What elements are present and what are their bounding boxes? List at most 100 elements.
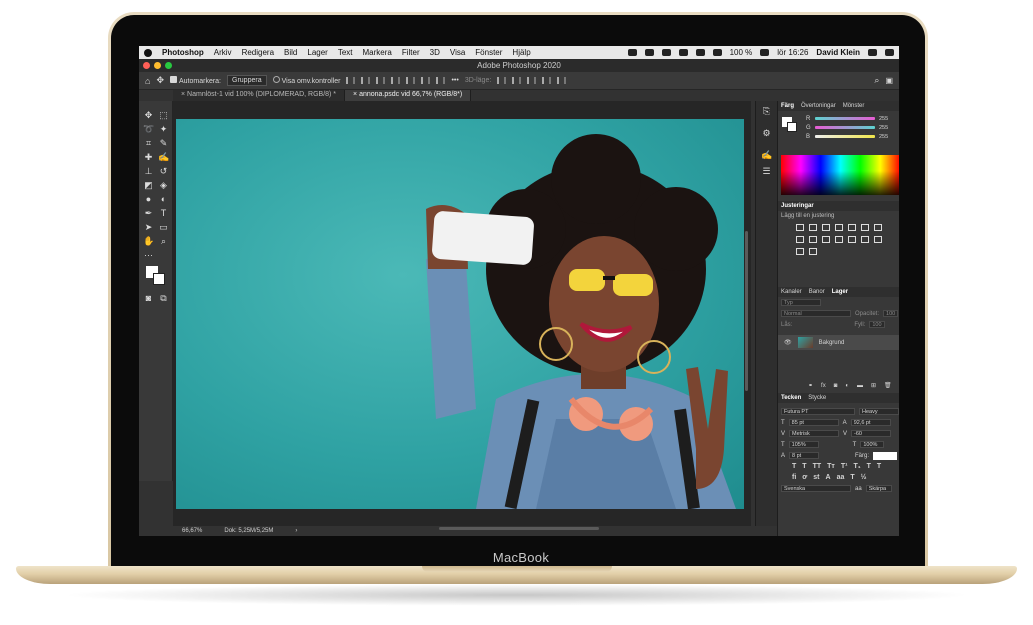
small-caps-button[interactable]: Tт	[827, 463, 835, 470]
align-left-icon[interactable]	[346, 77, 356, 84]
zoom-window-button[interactable]	[165, 62, 172, 69]
font-family-select[interactable]: Futura PT	[781, 408, 855, 415]
3d-scale-icon[interactable]	[557, 77, 567, 84]
b-bar[interactable]	[815, 135, 875, 138]
menubar-user[interactable]: David Klein	[816, 48, 860, 57]
b-value[interactable]: 255	[879, 134, 888, 140]
lookup-icon[interactable]	[835, 236, 843, 243]
menu-visa[interactable]: Visa	[450, 48, 465, 57]
vibrance-icon[interactable]	[848, 224, 856, 231]
adjust-panel-icon[interactable]: ☰	[761, 167, 772, 176]
quick-mask-icon[interactable]: ◙	[143, 294, 154, 303]
menu-arkiv[interactable]: Arkiv	[214, 48, 232, 57]
horizontal-scale-field[interactable]: 100%	[860, 441, 885, 448]
language-select[interactable]: Svenska	[781, 485, 851, 492]
fx-icon[interactable]: fx	[821, 383, 826, 389]
zoom-level[interactable]: 66,67%	[182, 526, 202, 536]
align-center-icon[interactable]	[361, 77, 371, 84]
tab-kanaler[interactable]: Kanaler	[781, 287, 802, 297]
cloud-icon[interactable]	[661, 49, 671, 56]
tab-tecken[interactable]: Tecken	[781, 393, 801, 403]
strikethrough-button[interactable]: T	[877, 463, 881, 470]
menu-fonster[interactable]: Fönster	[475, 48, 502, 57]
tab-stycke[interactable]: Stycke	[808, 393, 826, 403]
document-image[interactable]	[176, 119, 744, 509]
type-tool-icon[interactable]: T	[158, 209, 169, 218]
align-right-icon[interactable]	[376, 77, 386, 84]
tab-lager[interactable]: Lager	[832, 287, 848, 297]
adjustment-layer-icon[interactable]: ◐	[845, 383, 849, 389]
auto-select-dropdown[interactable]: Gruppera	[227, 75, 267, 86]
eraser-tool-icon[interactable]: ◩	[143, 181, 154, 190]
rectangle-tool-icon[interactable]: ▭	[158, 223, 169, 232]
curves-icon[interactable]	[822, 224, 830, 231]
b-slider[interactable]: B 255	[778, 132, 899, 141]
bw-icon[interactable]	[796, 236, 804, 243]
move-tool-icon[interactable]: ✥	[143, 111, 154, 120]
tab-farg[interactable]: Färg	[781, 101, 794, 111]
r-bar[interactable]	[815, 117, 875, 120]
lasso-tool-icon[interactable]: ➰	[143, 125, 154, 134]
r-value[interactable]: 255	[879, 116, 888, 122]
g-value[interactable]: 255	[879, 125, 888, 131]
workspace-icon[interactable]: ▣	[885, 76, 893, 85]
photo-filter-icon[interactable]	[809, 236, 817, 243]
opacity-field[interactable]: 100	[883, 310, 899, 317]
tab-namnlost[interactable]: × Namnlöst-1 vid 100% (DIPLOMERAD, RGB/8…	[173, 90, 346, 101]
levels-icon[interactable]	[809, 224, 817, 231]
crop-tool-icon[interactable]: ⌗	[143, 139, 154, 148]
threshold-icon[interactable]	[874, 236, 882, 243]
titling-button[interactable]: A	[826, 474, 831, 481]
close-window-button[interactable]	[143, 62, 150, 69]
creative-cloud-icon[interactable]	[644, 49, 654, 56]
exposure-icon[interactable]	[835, 224, 843, 231]
hand-tool-icon[interactable]: ✋	[143, 237, 154, 246]
tab-monster[interactable]: Mönster	[843, 101, 865, 111]
contextual-button[interactable]: aa	[837, 474, 845, 481]
kerning-field[interactable]: Metrisk	[789, 430, 840, 437]
minimize-window-button[interactable]	[154, 62, 161, 69]
g-bar[interactable]	[815, 126, 875, 129]
layer-bakgrund[interactable]: 👁 Bakgrund	[778, 335, 899, 350]
vertical-scrollbar[interactable]	[745, 231, 748, 391]
move-tool-icon[interactable]: ✥	[156, 75, 164, 86]
status-arrow-icon[interactable]: ›	[295, 526, 297, 536]
faux-italic-button[interactable]: T	[802, 463, 806, 470]
font-size-field[interactable]: 85 pt	[788, 419, 839, 426]
wifi-icon[interactable]	[712, 49, 722, 56]
align-middle-icon[interactable]	[406, 77, 416, 84]
more-tools-icon[interactable]: ···	[143, 251, 154, 260]
distribute-icon[interactable]	[436, 77, 446, 84]
tab-overtoningar[interactable]: Övertoningar	[801, 101, 836, 111]
3d-pan-icon[interactable]	[527, 77, 537, 84]
text-color-swatch[interactable]	[873, 451, 898, 460]
horizontal-scrollbar[interactable]	[439, 527, 599, 530]
menu-lager[interactable]: Lager	[307, 48, 327, 57]
pen-tool-icon[interactable]: ✒	[143, 209, 154, 218]
brush-tool-icon[interactable]: ✍	[158, 153, 169, 162]
menu-redigera[interactable]: Redigera	[242, 48, 274, 57]
selective-color-icon[interactable]	[809, 248, 817, 255]
menubar-clock[interactable]: lör 16:26	[777, 48, 808, 57]
mask-icon[interactable]: ◙	[834, 383, 838, 389]
faux-bold-button[interactable]: T	[792, 463, 796, 470]
menu-text[interactable]: Text	[338, 48, 353, 57]
canvas-area[interactable]	[173, 101, 751, 526]
show-transform-checkbox[interactable]: Visa omv.kontroller	[272, 76, 340, 85]
history-brush-icon[interactable]: ↺	[158, 167, 169, 176]
screen-mode-icon[interactable]: ⧉	[158, 294, 169, 303]
font-style-select[interactable]: Heavy	[859, 408, 899, 415]
search-icon[interactable]: ⌕	[874, 75, 879, 86]
layer-filter-field[interactable]: Typ	[781, 299, 821, 306]
posterize-icon[interactable]	[861, 236, 869, 243]
layer-name[interactable]: Bakgrund	[819, 340, 845, 346]
bluetooth-icon[interactable]	[695, 49, 705, 56]
balance-icon[interactable]	[874, 224, 882, 231]
menu-filter[interactable]: Filter	[402, 48, 420, 57]
vertical-scale-field[interactable]: 105%	[788, 441, 819, 448]
swash-button[interactable]: ơ	[802, 474, 807, 481]
ligature-button[interactable]: fi	[792, 474, 796, 481]
link-layers-icon[interactable]: ⚭	[808, 382, 813, 389]
blur-tool-icon[interactable]: ●	[143, 195, 154, 204]
fraction-button[interactable]: ½	[861, 474, 867, 481]
